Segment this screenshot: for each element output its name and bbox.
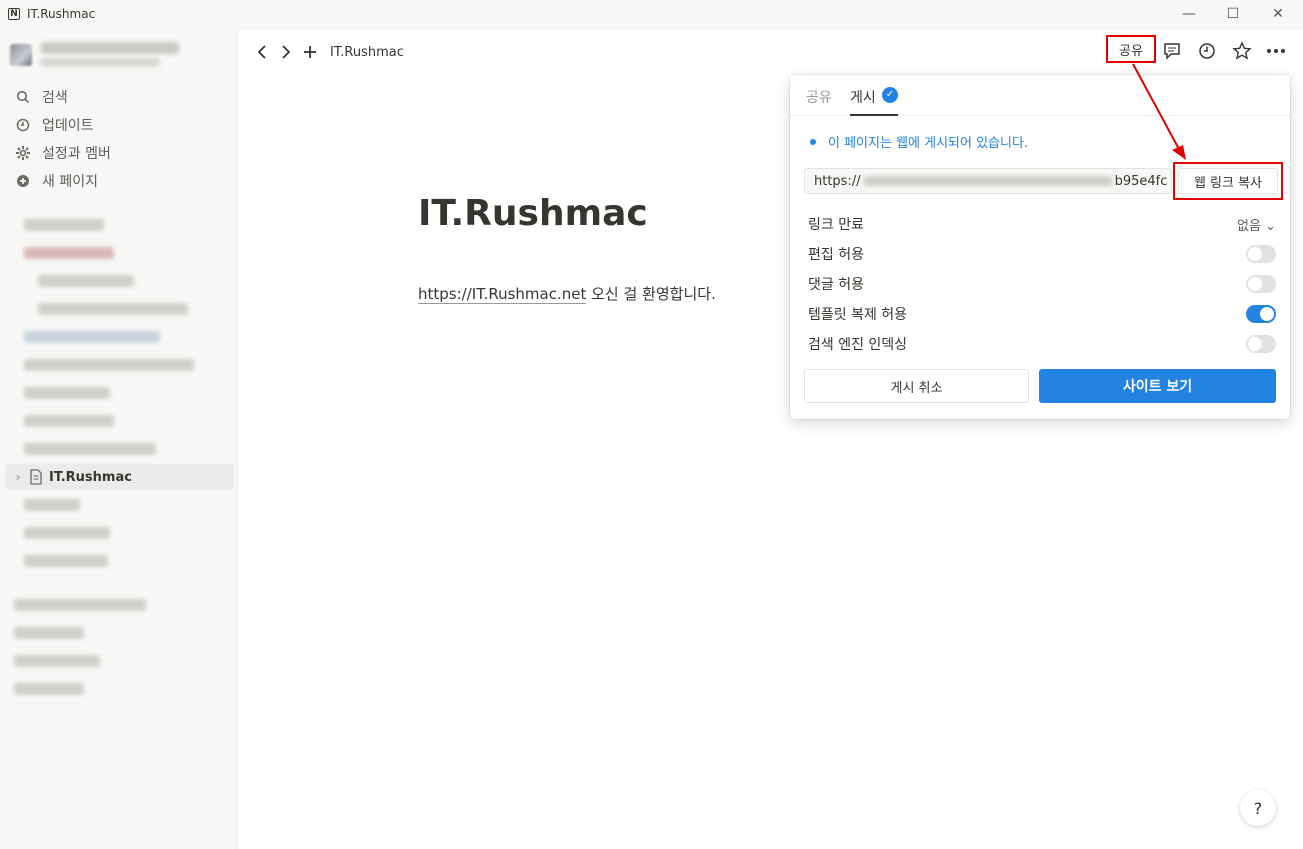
plus-icon[interactable]: [298, 40, 322, 64]
popover-tabs: 공유 게시 ✓: [790, 75, 1290, 116]
active-tab-indicator: [850, 114, 898, 116]
window-title: IT.Rushmac: [27, 7, 96, 21]
sidebar-page-redacted[interactable]: [14, 414, 214, 428]
sidebar-item-new-page[interactable]: 새 페이지: [14, 170, 98, 192]
close-window-button[interactable]: ✕: [1263, 4, 1293, 26]
search-icon: [14, 88, 32, 106]
tab-share[interactable]: 공유: [806, 87, 832, 107]
comment-icon[interactable]: [1161, 40, 1183, 62]
help-button[interactable]: ?: [1240, 790, 1276, 826]
top-navigation: IT.Rushmac: [250, 40, 404, 64]
sidebar-page-redacted[interactable]: [14, 330, 214, 344]
option-label: 검색 엔진 인덱싱: [808, 337, 908, 353]
breadcrumb[interactable]: IT.Rushmac: [330, 45, 404, 60]
option-label: 템플릿 복제 허용: [808, 307, 908, 323]
allow-comments-toggle[interactable]: [1246, 275, 1276, 293]
url-suffix: b95e4fc: [1114, 173, 1168, 189]
url-prefix: https://: [814, 173, 861, 189]
plus-circle-icon: [14, 172, 32, 190]
sidebar-item-active-page[interactable]: › IT.Rushmac: [5, 464, 234, 490]
sidebar-page-redacted[interactable]: [14, 246, 214, 260]
view-site-button[interactable]: 사이트 보기: [1039, 369, 1276, 403]
workspace-email-redacted: [40, 58, 160, 67]
sidebar-page-redacted[interactable]: [14, 358, 214, 372]
sidebar-page-redacted[interactable]: [14, 498, 214, 512]
page-body-text[interactable]: https://IT.Rushmac.net 오신 걸 환영합니다.: [418, 283, 716, 304]
notion-logo-icon: N: [8, 8, 20, 20]
sidebar-page-redacted[interactable]: [14, 526, 214, 540]
maximize-button[interactable]: ☐: [1218, 4, 1248, 26]
publish-status-text: 이 페이지는 웹에 게시되어 있습니다.: [828, 136, 1029, 151]
sidebar-page-redacted[interactable]: [14, 302, 214, 316]
sidebar-item-label: 업데이트: [42, 118, 94, 134]
clock-icon: [14, 116, 32, 134]
sidebar-page-redacted[interactable]: [14, 442, 214, 456]
sidebar-page-redacted[interactable]: [14, 626, 214, 640]
copy-web-link-button[interactable]: 웹 링크 복사: [1178, 168, 1278, 194]
sidebar-page-redacted[interactable]: [14, 682, 214, 696]
body-link[interactable]: https://IT.Rushmac.net: [418, 285, 587, 304]
option-allow-edit: 편집 허용: [808, 243, 1276, 265]
sidebar-item-label: IT.Rushmac: [49, 469, 132, 485]
check-icon: ✓: [882, 87, 898, 103]
sidebar-item-updates[interactable]: 업데이트: [14, 114, 94, 136]
sidebar-page-redacted[interactable]: [14, 386, 214, 400]
document-icon: [27, 468, 45, 486]
sidebar-item-settings[interactable]: 설정과 멤버: [14, 142, 111, 164]
back-icon[interactable]: [250, 40, 274, 64]
share-button[interactable]: 공유: [1106, 35, 1156, 63]
sidebar-item-label: 설정과 멤버: [42, 146, 111, 162]
option-search-indexing: 검색 엔진 인덱싱: [808, 333, 1276, 355]
sidebar-item-search[interactable]: 검색: [14, 86, 68, 108]
publish-status: 이 페이지는 웹에 게시되어 있습니다.: [810, 132, 1028, 151]
copy-web-link-annotation: 웹 링크 복사: [1173, 162, 1283, 200]
star-icon[interactable]: [1231, 40, 1253, 62]
option-link-expiry[interactable]: 링크 만료 없음 ⌄: [808, 213, 1276, 235]
forward-icon[interactable]: [274, 40, 298, 64]
tab-publish[interactable]: 게시: [850, 87, 876, 107]
link-expiry-select[interactable]: 없음 ⌄: [1237, 215, 1276, 234]
workspace-avatar: [10, 44, 32, 66]
chevron-right-icon[interactable]: ›: [9, 470, 27, 484]
option-allow-duplicate-template: 템플릿 복제 허용: [808, 303, 1276, 325]
body-text: 오신 걸 환영합니다.: [586, 285, 716, 303]
share-publish-popover: 공유 게시 ✓ 이 페이지는 웹에 게시되어 있습니다. https:// b95…: [790, 75, 1290, 419]
page-title[interactable]: IT.Rushmac: [418, 193, 648, 234]
sidebar-page-redacted[interactable]: [14, 554, 214, 568]
option-label: 댓글 허용: [808, 277, 864, 293]
workspace-name-redacted: [40, 42, 180, 54]
status-dot-icon: [810, 138, 816, 145]
sidebar-item-label: 새 페이지: [42, 174, 98, 190]
option-label: 링크 만료: [808, 217, 864, 233]
option-allow-comments: 댓글 허용: [808, 273, 1276, 295]
sidebar-page-redacted[interactable]: [14, 218, 214, 232]
sidebar-page-redacted[interactable]: [14, 274, 214, 288]
history-clock-icon[interactable]: [1196, 40, 1218, 62]
chevron-down-icon: ⌄: [1265, 218, 1276, 234]
allow-duplicate-toggle[interactable]: [1246, 305, 1276, 323]
published-url-field[interactable]: https:// b95e4fc: [804, 168, 1172, 194]
allow-edit-toggle[interactable]: [1246, 245, 1276, 263]
url-redacted: [862, 176, 1113, 186]
sidebar: 검색 업데이트 설정과 멤버 새 페이지 › IT.Rushmac: [0, 30, 238, 849]
minimize-button[interactable]: —: [1174, 4, 1204, 26]
sidebar-page-redacted[interactable]: [14, 654, 214, 668]
sidebar-page-redacted[interactable]: [14, 598, 214, 612]
window-titlebar: N IT.Rushmac — ☐ ✕: [0, 0, 1303, 30]
option-label: 편집 허용: [808, 247, 864, 263]
search-indexing-toggle[interactable]: [1246, 335, 1276, 353]
more-options-icon[interactable]: [1265, 40, 1287, 62]
sidebar-item-label: 검색: [42, 90, 68, 106]
unpublish-button[interactable]: 게시 취소: [804, 369, 1029, 403]
gear-icon: [14, 144, 32, 162]
